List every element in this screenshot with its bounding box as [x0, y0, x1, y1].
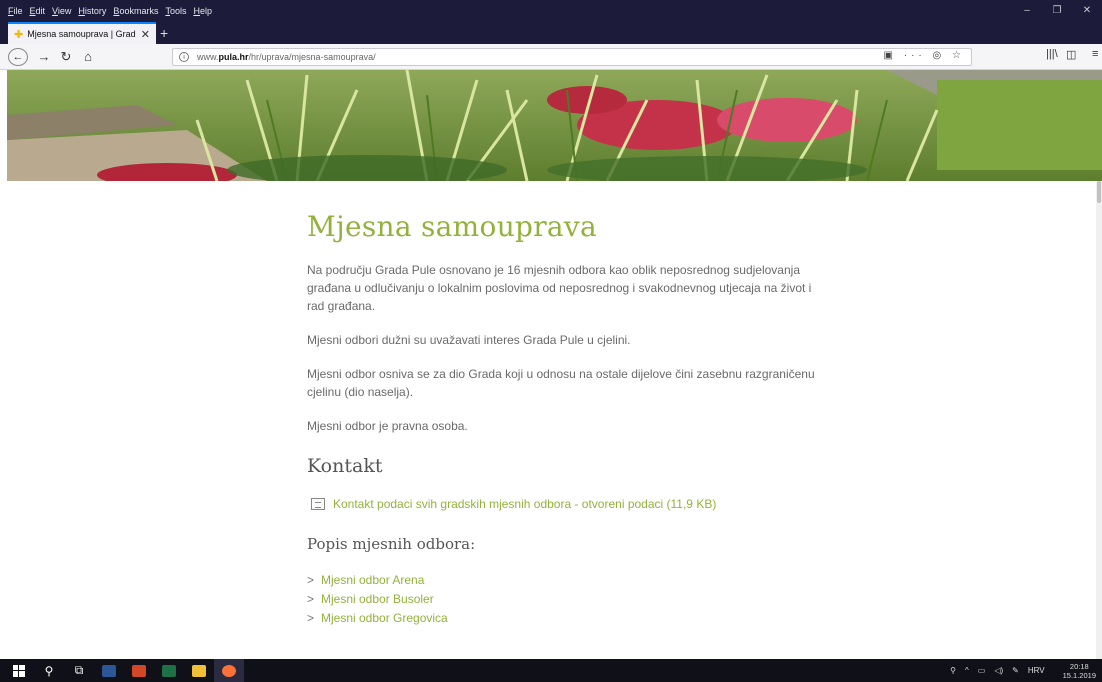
volume-icon[interactable]: ◁) [994, 666, 1003, 675]
menu-history[interactable]: History [78, 6, 106, 16]
menu-file[interactable]: File [8, 6, 23, 16]
firefox-app-icon[interactable] [214, 659, 244, 682]
hamburger-menu-icon[interactable]: ≡ [1092, 48, 1098, 60]
menu-bar: File Edit View History Bookmarks Tools H… [0, 0, 1102, 22]
powerpoint-app-icon[interactable] [124, 659, 154, 682]
favicon-icon: ✚ [14, 28, 24, 41]
tab-active[interactable]: ✚ Mjesna samouprava | Grad Pula ✕ [8, 22, 156, 44]
file-explorer-icon[interactable] [184, 659, 214, 682]
minimize-icon[interactable]: – [1012, 0, 1042, 22]
home-icon[interactable]: ⌂ [78, 48, 98, 66]
sidebar-icon[interactable]: ◫ [1066, 48, 1076, 61]
network-icon[interactable]: ▭ [978, 666, 986, 675]
file-icon [311, 498, 325, 510]
menu-edit[interactable]: Edit [30, 6, 46, 16]
contact-file-link-label[interactable]: Kontakt podaci svih gradskih mjesnih odb… [333, 497, 716, 511]
clock-date: 15.1.2019 [1062, 670, 1096, 680]
menu-tools[interactable]: Tools [165, 6, 186, 16]
tab-bar: ✚ Mjesna samouprava | Grad Pula ✕ + [0, 22, 1102, 44]
tray-chevron-icon[interactable]: ^ [965, 666, 969, 675]
nav-toolbar: ← → ↻ ⌂ i www. pula.hr/hr/uprava/mjesna-s… [0, 44, 1102, 70]
intro-paragraph: Na području Grada Pule osnovano je 16 mj… [307, 263, 812, 313]
info-icon[interactable]: i [179, 52, 189, 62]
paragraph-3: Mjesni odbor osniva se za dio Grada koji… [307, 367, 815, 399]
start-icon[interactable] [4, 659, 34, 682]
clock-time: 20:18 [1069, 661, 1089, 671]
people-icon[interactable]: ⚲ [950, 666, 956, 675]
library-icon[interactable]: |||\ [1046, 48, 1058, 60]
hero-garden-image [7, 70, 1102, 181]
page-scroll-thumb[interactable] [1097, 181, 1101, 203]
reload-icon[interactable]: ↻ [56, 48, 76, 66]
menu-help[interactable]: Help [193, 6, 212, 16]
url-path: /hr/uprava/mjesna-samouprava/ [248, 52, 376, 62]
main-content: Mjesna samouprava Na području Grada Pule… [307, 205, 827, 628]
new-tab-icon[interactable]: + [160, 22, 168, 44]
url-domain: pula.hr [218, 52, 249, 62]
language-indicator[interactable]: HRV [1028, 666, 1045, 675]
restore-icon[interactable]: ❐ [1042, 0, 1072, 22]
odbor-link-arena[interactable]: Mjesni odbor Arena [307, 571, 827, 590]
clock[interactable]: 20:18 15.1.2019 [1054, 662, 1096, 680]
page-scrollbar[interactable] [1096, 181, 1102, 659]
url-prefix: www. [197, 52, 219, 62]
close-tab-icon[interactable]: ✕ [141, 28, 150, 41]
word-app-icon[interactable] [94, 659, 124, 682]
forward-icon[interactable]: → [34, 48, 54, 66]
window-controls: – ❐ ✕ [1012, 0, 1102, 22]
menu-view[interactable]: View [52, 6, 71, 16]
odbor-link-busoler[interactable]: Mjesni odbor Busoler [307, 590, 827, 609]
odbori-list: Mjesni odbor Arena Mjesni odbor Busoler … [307, 571, 827, 628]
odbori-list-heading: Popis mjesnih odbora: [307, 535, 476, 553]
back-icon[interactable]: ← [8, 48, 28, 66]
menu-bookmarks[interactable]: Bookmarks [113, 6, 158, 16]
page-actions-icon[interactable]: ▣ ··· ◎ ☆ [884, 50, 965, 61]
task-view-icon[interactable]: ⧉ [64, 659, 94, 682]
close-window-icon[interactable]: ✕ [1072, 0, 1102, 22]
paragraph-2: Mjesni odbori dužni su uvažavati interes… [307, 333, 631, 347]
url-bar[interactable]: i www. pula.hr/hr/uprava/mjesna-samouprav… [172, 48, 972, 66]
excel-app-icon[interactable] [154, 659, 184, 682]
page-title: Mjesna samouprava [307, 210, 598, 243]
pen-icon[interactable]: ✎ [1012, 666, 1019, 675]
paragraph-4: Mjesni odbor je pravna osoba. [307, 419, 468, 433]
contact-file-link[interactable]: Kontakt podaci svih gradskih mjesnih odb… [307, 497, 827, 511]
odbor-link-gregovica[interactable]: Mjesni odbor Gregovica [307, 609, 827, 628]
contact-heading: Kontakt [307, 455, 383, 477]
windows-taskbar: ⚲ ⧉ ⚲ ^ ▭ ◁) ✎ HRV 20:18 15.1.2019 [0, 659, 1102, 682]
tab-title: Mjesna samouprava | Grad Pula [27, 29, 137, 39]
system-tray: ⚲ ^ ▭ ◁) ✎ HRV 20:18 15.1.2019 [941, 659, 1096, 682]
search-icon[interactable]: ⚲ [34, 659, 64, 682]
